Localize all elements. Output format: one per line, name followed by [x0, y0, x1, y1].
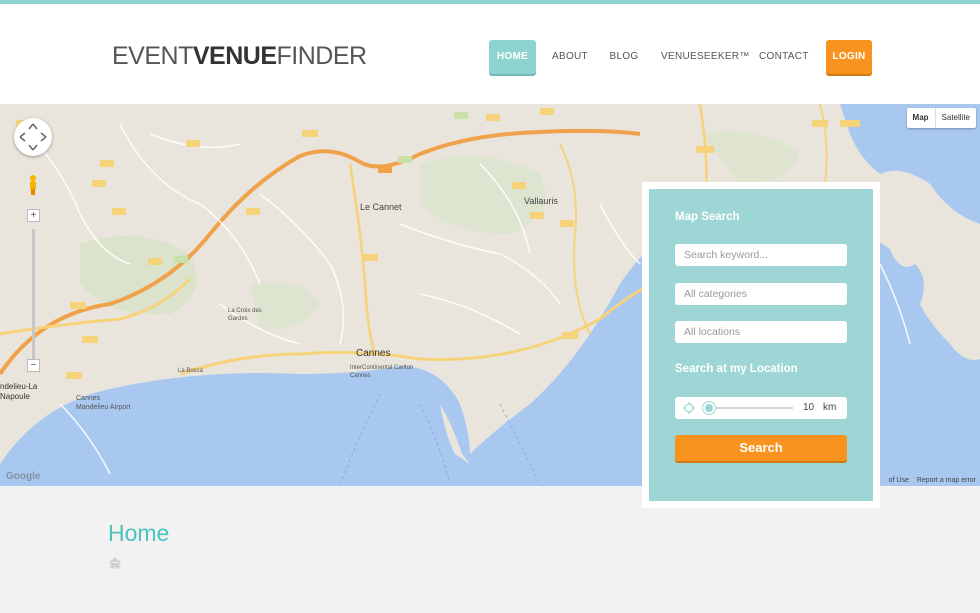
search-button[interactable]: Search	[675, 435, 847, 461]
street-view-pegman-icon[interactable]	[28, 174, 38, 196]
map-type-satellite[interactable]: Satellite	[934, 108, 976, 128]
terms-of-use-link[interactable]: of Use	[889, 477, 909, 484]
radius-slider-track[interactable]	[707, 407, 793, 409]
map-footer-links: of Use Report a map error	[889, 477, 976, 484]
map-label-la-croix: La Croix des Gardes	[228, 308, 262, 322]
site-logo[interactable]: EVENTVENUEFINDER	[112, 42, 367, 71]
zoom-slider-track[interactable]	[32, 229, 35, 359]
radius-unit: km	[823, 402, 837, 413]
map-search-title: Map Search	[675, 211, 740, 223]
home-breadcrumb-icon[interactable]	[108, 557, 122, 569]
logo-part-venue: VENUE	[192, 42, 277, 70]
nav-home[interactable]: HOME	[489, 40, 536, 74]
login-button[interactable]: LOGIN	[826, 40, 872, 74]
map-label-napoule: ndelieu-La Napoule	[0, 382, 38, 401]
page-title: Home	[108, 520, 170, 546]
report-map-error-link[interactable]: Report a map error	[917, 477, 976, 484]
nav-venueseeker[interactable]: VENUESEEKER™	[661, 40, 749, 74]
locate-me-icon[interactable]	[683, 402, 695, 414]
map-search-panel: Map Search Search keyword... All categor…	[642, 182, 880, 508]
map-type-control: Map Satellite	[906, 108, 976, 128]
radius-value: 10	[803, 402, 815, 413]
google-logo: Google	[6, 471, 41, 482]
logo-part-event: EVENT	[112, 42, 193, 70]
map-label-mandelieu: Cannes Mandelieu Airport	[76, 395, 131, 411]
keyword-search-input[interactable]: Search keyword...	[675, 244, 847, 266]
locations-select[interactable]: All locations	[675, 321, 847, 343]
search-at-location-title: Search at my Location	[675, 363, 798, 375]
radius-slider-field: 10 km	[675, 397, 847, 419]
categories-select[interactable]: All categories	[675, 283, 847, 305]
pan-arrows-icon	[19, 123, 47, 151]
map-label-la-bocca: La Bocca	[178, 368, 204, 374]
map-label-le-cannet: Le Cannet	[360, 202, 402, 212]
map-type-map[interactable]: Map	[907, 108, 935, 128]
map-label-vallauris: Vallauris	[524, 196, 558, 206]
map-label-intercontinental: InterContinental Carlton Cannes	[350, 365, 414, 379]
nav-about[interactable]: ABOUT	[552, 40, 588, 74]
zoom-out-button[interactable]: −	[27, 359, 40, 372]
site-header: EVENTVENUEFINDER HOME ABOUT BLOG VENUESE…	[0, 4, 980, 104]
logo-part-finder: FINDER	[276, 42, 368, 70]
nav-contact[interactable]: CONTACT	[759, 40, 808, 74]
pan-control[interactable]	[14, 118, 52, 156]
nav-blog[interactable]: BLOG	[609, 40, 639, 74]
radius-slider-handle[interactable]	[703, 402, 715, 414]
map-label-cannes: Cannes	[356, 348, 391, 359]
map-search-box: Map Search Search keyword... All categor…	[649, 189, 873, 501]
zoom-in-button[interactable]: +	[27, 209, 40, 222]
